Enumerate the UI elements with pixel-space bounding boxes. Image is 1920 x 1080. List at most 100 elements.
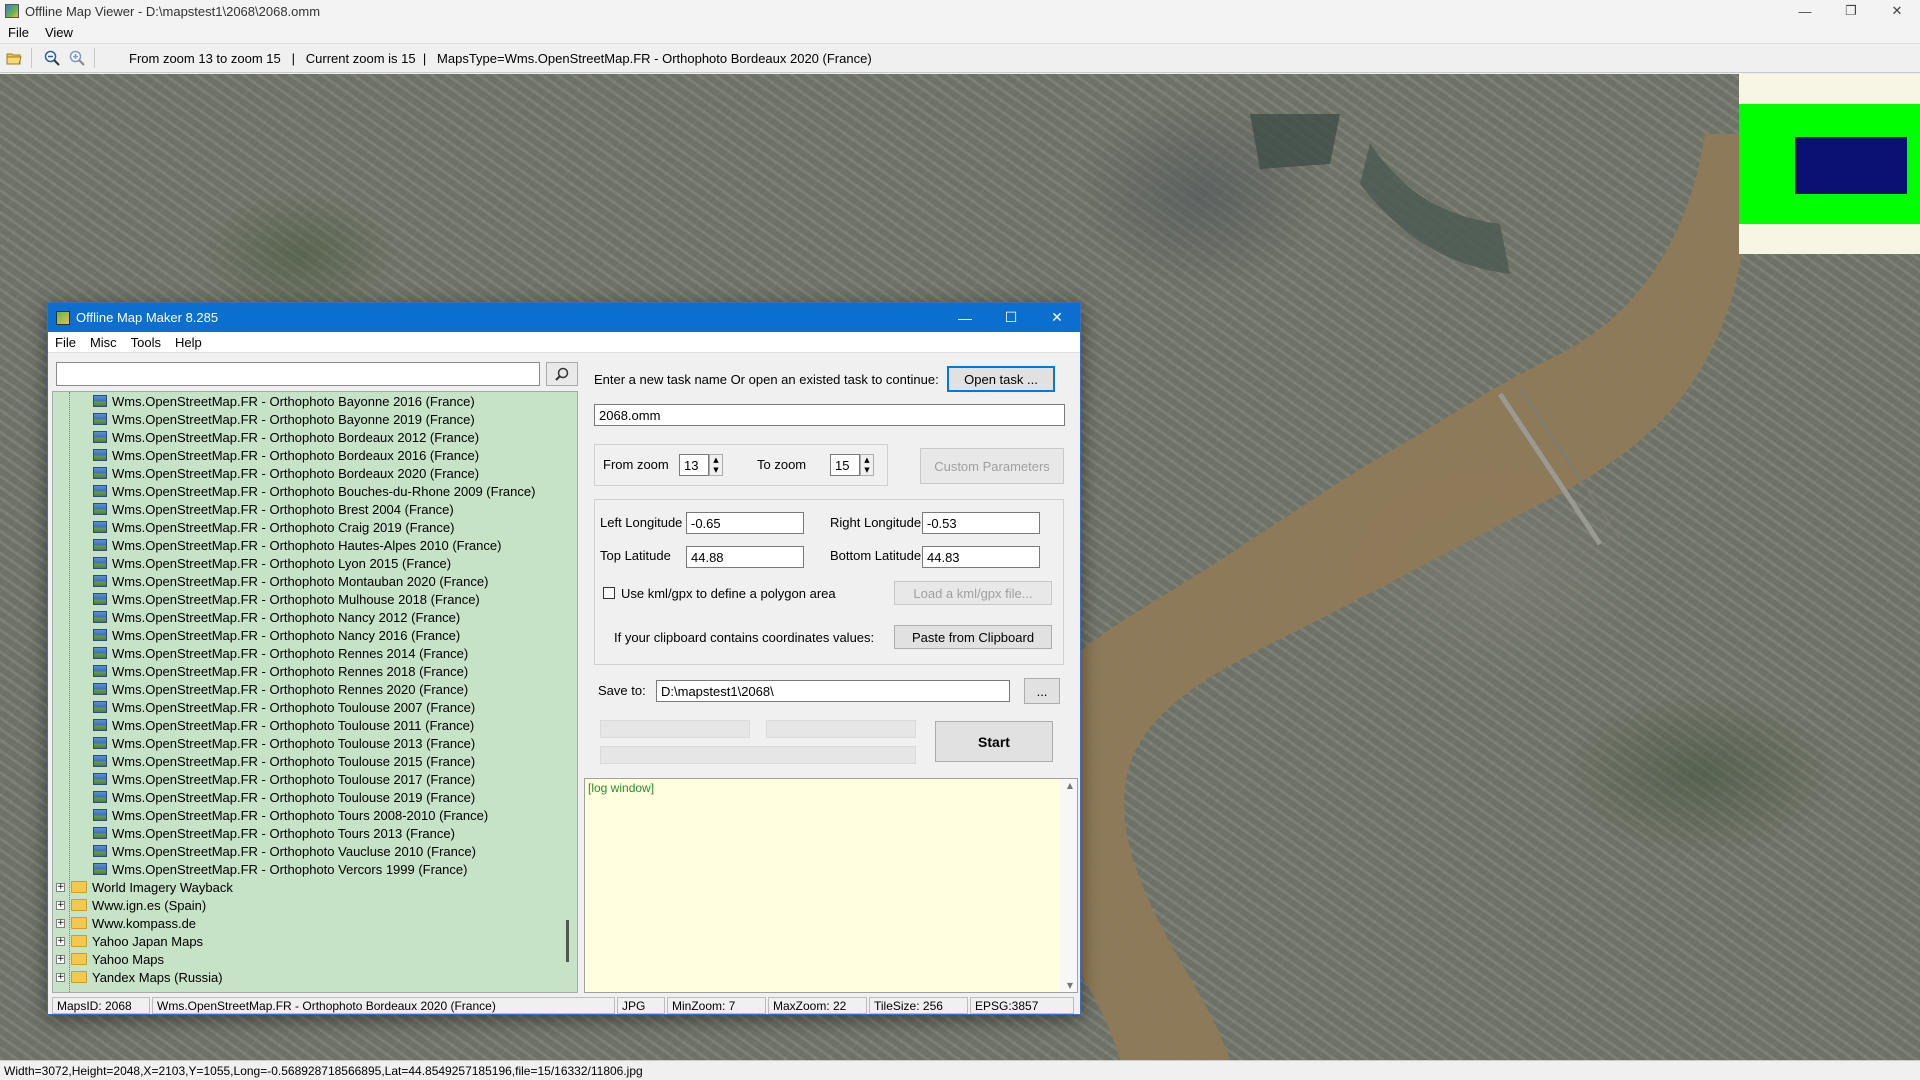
folder-icon [71,881,87,893]
tree-item-label: Wms.OpenStreetMap.FR - Orthophoto Toulou… [112,789,476,805]
expand-plus-icon[interactable]: + [56,954,65,964]
tree-item-map-source[interactable]: Wms.OpenStreetMap.FR - Orthophoto Lyon 2… [93,554,451,572]
expand-plus-icon[interactable]: + [56,900,65,910]
dialog-minimize-button[interactable]: — [942,303,988,332]
log-scrollbar[interactable]: ▲ ▼ [1060,779,1077,992]
tree-folder-label: Yandex Maps (Russia) [92,969,223,985]
left-longitude-field[interactable]: -0.65 [686,512,804,534]
map-source-tree[interactable]: Wms.OpenStreetMap.FR - Orthophoto Bayonn… [52,391,578,993]
expand-plus-icon[interactable]: + [56,882,65,892]
search-input[interactable] [56,362,540,386]
expand-plus-icon[interactable]: + [56,936,65,946]
dialog-menu-misc[interactable]: Misc [90,335,117,350]
dialog-title: Offline Map Maker 8.285 [76,310,219,325]
log-window[interactable]: [log window] ▲ ▼ [584,778,1078,993]
left-longitude-label: Left Longitude [600,515,683,530]
to-zoom-stepper[interactable]: ▲ ▼ [860,454,874,476]
tree-item-label: Wms.OpenStreetMap.FR - Orthophoto Toulou… [112,753,476,769]
menu-file[interactable]: File [8,25,29,40]
close-button[interactable]: ✕ [1874,0,1920,22]
tree-item-map-source[interactable]: Wms.OpenStreetMap.FR - Orthophoto Toulou… [93,788,475,806]
bottom-latitude-field[interactable]: 44.83 [922,546,1040,568]
custom-parameters-button[interactable]: Custom Parameters [920,448,1064,484]
tree-item-label: Wms.OpenStreetMap.FR - Orthophoto Toulou… [112,771,476,787]
tree-item-map-source[interactable]: Wms.OpenStreetMap.FR - Orthophoto Tours … [93,824,455,842]
tree-item-map-source[interactable]: Wms.OpenStreetMap.FR - Orthophoto Toulou… [93,770,475,788]
tree-item-map-source[interactable]: Wms.OpenStreetMap.FR - Orthophoto Bordea… [93,446,479,464]
tree-item-label: Wms.OpenStreetMap.FR - Orthophoto Bouche… [112,483,536,499]
save-to-field[interactable]: D:\mapstest1\2068\ [656,680,1010,702]
tree-item-map-source[interactable]: Wms.OpenStreetMap.FR - Orthophoto Rennes… [93,644,468,662]
tree-item-map-source[interactable]: Wms.OpenStreetMap.FR - Orthophoto Toulou… [93,752,475,770]
dialog-status-bar: MapsID: 2068 Wms.OpenStreetMap.FR - Orth… [52,997,1078,1014]
minimize-button[interactable]: — [1782,0,1828,22]
map-source-icon [93,557,107,569]
map-source-icon [93,575,107,587]
tree-folder[interactable]: + Yandex Maps (Russia) [56,968,223,986]
tree-item-map-source[interactable]: Wms.OpenStreetMap.FR - Orthophoto Bayonn… [93,410,475,428]
tree-item-map-source[interactable]: Wms.OpenStreetMap.FR - Orthophoto Rennes… [93,680,468,698]
overview-minimap[interactable] [1739,74,1920,254]
task-name-field[interactable]: 2068.omm [594,404,1065,426]
top-latitude-field[interactable]: 44.88 [686,546,804,568]
tree-item-map-source[interactable]: Wms.OpenStreetMap.FR - Orthophoto Hautes… [93,536,501,554]
tree-item-map-source[interactable]: Wms.OpenStreetMap.FR - Orthophoto Toulou… [93,698,475,716]
from-zoom-field[interactable]: 13 [679,454,709,476]
tree-item-map-source[interactable]: Wms.OpenStreetMap.FR - Orthophoto Brest … [93,500,454,518]
restore-button[interactable]: ❐ [1828,0,1874,22]
tree-item-map-source[interactable]: Wms.OpenStreetMap.FR - Orthophoto Bordea… [93,464,479,482]
tree-item-map-source[interactable]: Wms.OpenStreetMap.FR - Orthophoto Tours … [93,806,488,824]
zoom-out-icon[interactable] [41,47,63,69]
paste-from-clipboard-button[interactable]: Paste from Clipboard [894,625,1052,649]
zoom-in-icon[interactable] [66,47,88,69]
start-button[interactable]: Start [935,721,1053,762]
tree-item-map-source[interactable]: Wms.OpenStreetMap.FR - Orthophoto Montau… [93,572,488,590]
tree-item-map-source[interactable]: Wms.OpenStreetMap.FR - Orthophoto Nancy … [93,626,460,644]
tree-item-map-source[interactable]: Wms.OpenStreetMap.FR - Orthophoto Bayonn… [93,392,475,410]
status-format: JPG [617,997,665,1014]
from-zoom-stepper[interactable]: ▲ ▼ [709,454,723,476]
tree-item-map-source[interactable]: Wms.OpenStreetMap.FR - Orthophoto Vercor… [93,860,467,878]
map-source-icon [93,647,107,659]
map-source-icon [93,485,107,497]
open-folder-icon[interactable] [3,47,25,69]
tree-item-map-source[interactable]: Wms.OpenStreetMap.FR - Orthophoto Toulou… [93,734,475,752]
tree-folder[interactable]: + Yahoo Maps [56,950,164,968]
tree-item-map-source[interactable]: Wms.OpenStreetMap.FR - Orthophoto Bouche… [93,482,535,500]
dialog-menu-file[interactable]: File [55,335,76,350]
menu-view[interactable]: View [45,25,73,40]
load-kml-button[interactable]: Load a kml/gpx file... [894,581,1052,605]
browse-button[interactable]: ... [1024,678,1060,704]
tree-folder[interactable]: + Www.kompass.de [56,914,196,932]
scroll-up-icon[interactable]: ▲ [1067,781,1073,790]
tree-folder[interactable]: + World Imagery Wayback [56,878,233,896]
open-task-button[interactable]: Open task ... [947,366,1055,392]
search-button[interactable] [546,362,578,386]
to-zoom-field[interactable]: 15 [830,454,860,476]
tree-item-map-source[interactable]: Wms.OpenStreetMap.FR - Orthophoto Craig … [93,518,454,536]
dialog-maximize-button[interactable]: ☐ [988,303,1034,332]
scroll-down-icon[interactable]: ▼ [1067,981,1073,990]
tree-item-label: Wms.OpenStreetMap.FR - Orthophoto Nancy … [112,609,461,625]
expand-plus-icon[interactable]: + [56,918,65,928]
tree-folder[interactable]: + Www.ign.es (Spain) [56,896,206,914]
expand-plus-icon[interactable]: + [56,972,65,982]
tree-scrollbar[interactable] [560,392,577,992]
dialog-menu-help[interactable]: Help [175,335,202,350]
tree-item-map-source[interactable]: Wms.OpenStreetMap.FR - Orthophoto Nancy … [93,608,460,626]
clipboard-prompt-label: If your clipboard contains coordinates v… [614,630,875,645]
right-longitude-field[interactable]: -0.53 [922,512,1040,534]
tree-item-label: Wms.OpenStreetMap.FR - Orthophoto Tours … [112,807,489,823]
tree-item-map-source[interactable]: Wms.OpenStreetMap.FR - Orthophoto Rennes… [93,662,468,680]
tree-item-map-source[interactable]: Wms.OpenStreetMap.FR - Orthophoto Toulou… [93,716,474,734]
tree-item-map-source[interactable]: Wms.OpenStreetMap.FR - Orthophoto Bordea… [93,428,479,446]
coordinates-readout: Width=3072,Height=2048,X=2103,Y=1055,Lon… [4,1063,643,1078]
tree-item-map-source[interactable]: Wms.OpenStreetMap.FR - Orthophoto Vauclu… [93,842,476,860]
dialog-menu-tools[interactable]: Tools [131,335,161,350]
progress-bar-total [600,746,916,764]
tree-item-map-source[interactable]: Wms.OpenStreetMap.FR - Orthophoto Mulhou… [93,590,480,608]
kml-polygon-checkbox[interactable] [603,587,615,599]
tree-folder-label: Yahoo Maps [92,951,165,967]
tree-folder[interactable]: + Yahoo Japan Maps [56,932,203,950]
dialog-close-button[interactable]: ✕ [1034,303,1080,332]
